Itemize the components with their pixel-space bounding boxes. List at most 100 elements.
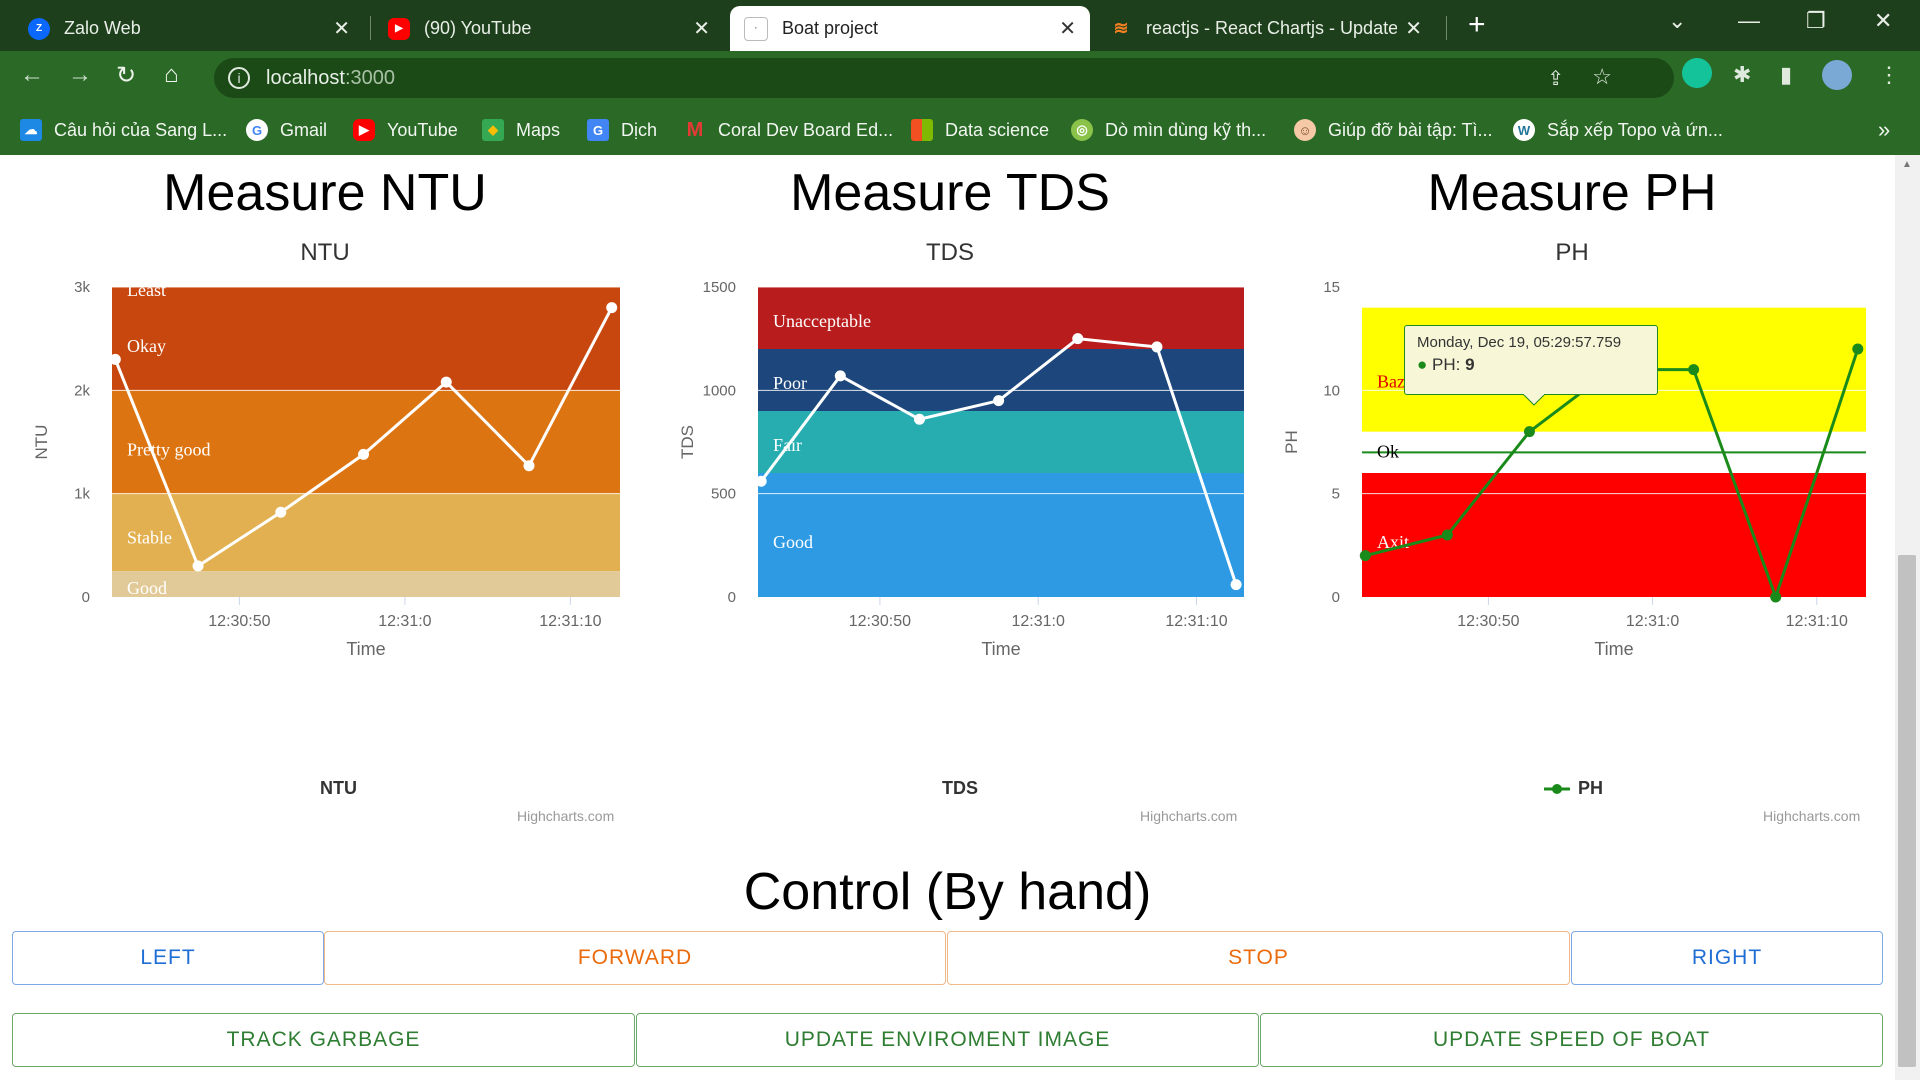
tab-zalo[interactable]: Z Zalo Web ✕ xyxy=(14,6,364,51)
y-axis-title: PH xyxy=(1282,430,1301,454)
y-axis-title: NTU xyxy=(32,425,51,460)
y-tick-label: 0 xyxy=(1332,589,1340,606)
back-icon[interactable]: ← xyxy=(20,61,44,89)
legend-symbol xyxy=(1544,783,1570,794)
y-tick-label: 10 xyxy=(1323,382,1340,399)
scroll-up-icon[interactable]: ▲ xyxy=(1902,159,1912,170)
data-point xyxy=(358,448,370,460)
x-tick-label: 12:31:0 xyxy=(1626,613,1679,630)
update-environment-image-button[interactable]: UPDATE ENVIROMENT IMAGE xyxy=(636,1013,1259,1067)
data-point xyxy=(913,413,925,425)
ntu-chart: Measure NTU NTU 0 1k 2k 3k Least Okay Pretty g… xyxy=(0,155,650,835)
menu-icon[interactable]: ⋮ xyxy=(1878,62,1900,88)
close-window-icon[interactable]: ✕ xyxy=(1874,8,1892,34)
plot-band-label: Unacceptable xyxy=(773,311,871,331)
data-point xyxy=(275,506,287,518)
highcharts-credit[interactable]: Highcharts.com xyxy=(1763,808,1860,824)
home-icon[interactable]: ⌂ xyxy=(164,61,179,89)
bookmark-item[interactable]: ▶ YouTube xyxy=(353,105,458,155)
share-icon[interactable]: ⇪ xyxy=(1547,66,1564,91)
page-icon: · xyxy=(744,16,768,41)
new-tab-button[interactable]: + xyxy=(1468,6,1486,44)
youtube-icon: ▶ xyxy=(388,17,410,40)
plot-band-label: Ok xyxy=(1377,441,1399,461)
scrollbar-thumb[interactable] xyxy=(1898,555,1916,1067)
data-point xyxy=(1072,333,1084,345)
right-button[interactable]: RIGHT xyxy=(1571,931,1883,985)
plot-band-label: Good xyxy=(127,578,167,598)
data-point xyxy=(993,395,1005,407)
chart-heading: Measure PH xyxy=(1427,164,1717,222)
data-point xyxy=(834,370,846,382)
minimize-icon[interactable]: — xyxy=(1738,8,1760,34)
profile-avatar[interactable] xyxy=(1822,60,1852,90)
coral-icon: M xyxy=(686,118,704,141)
update-speed-button[interactable]: UPDATE SPEED OF BOAT xyxy=(1260,1013,1883,1067)
tab-search-chevron-icon[interactable]: ⌄ xyxy=(1668,8,1686,34)
tab-title: reactjs - React Chartjs - Update C xyxy=(1146,18,1398,38)
y-tick-label: 2k xyxy=(74,382,90,399)
bookmark-item[interactable]: ☺ Giúp đỡ bài tập: Tì... xyxy=(1294,105,1493,155)
y-axis-title: TDS xyxy=(678,425,697,459)
onedrive-icon: ☁ xyxy=(20,119,42,141)
ntu-plot: 0 1k 2k 3k Least Okay Pretty good Stable Good 12:… xyxy=(32,279,620,659)
bookmark-item[interactable]: Data science xyxy=(911,105,1049,155)
forward-icon[interactable]: → xyxy=(68,61,92,89)
tooltip-pointer xyxy=(1523,394,1545,406)
highcharts-credit[interactable]: Highcharts.com xyxy=(1140,808,1237,824)
highcharts-credit[interactable]: Highcharts.com xyxy=(517,808,614,824)
reload-icon[interactable]: ↻ xyxy=(116,61,136,90)
translate-icon: G xyxy=(587,119,609,141)
tooltip-date: Monday, Dec 19, 05:29:57.759 xyxy=(1417,334,1622,351)
tab-boat-project[interactable]: · Boat project ✕ xyxy=(730,6,1090,51)
close-tab-icon[interactable]: ✕ xyxy=(1405,16,1422,41)
close-tab-icon[interactable]: ✕ xyxy=(693,16,710,41)
x-tick-label: 12:31:10 xyxy=(1165,613,1227,630)
bookmark-item[interactable]: ◆ Maps xyxy=(482,105,560,155)
site-info-icon[interactable]: i xyxy=(228,67,250,89)
y-tick-label: 15 xyxy=(1323,279,1340,296)
data-point xyxy=(1151,341,1163,353)
side-panel-icon[interactable]: ▮ xyxy=(1780,62,1792,88)
chart-heading: Measure NTU xyxy=(163,164,487,222)
grammarly-icon[interactable] xyxy=(1682,58,1712,88)
address-bar[interactable]: i localhost:3000 ⇪ ☆ xyxy=(214,58,1674,98)
bookmark-item[interactable]: M Coral Dev Board Ed... xyxy=(684,105,893,155)
youtube-icon: ▶ xyxy=(353,119,375,141)
bookmark-item[interactable]: G Dịch xyxy=(587,105,657,155)
tab-youtube[interactable]: ▶ (90) YouTube ✕ xyxy=(374,6,724,51)
restore-icon[interactable]: ❐ xyxy=(1806,8,1826,34)
data-point xyxy=(606,302,618,314)
avatar-icon: ☺ xyxy=(1294,119,1316,141)
globe-icon: ◎ xyxy=(1071,119,1093,141)
control-title: Control (By hand) xyxy=(743,863,1152,921)
bookmark-item[interactable]: W Sắp xếp Topo và ứn... xyxy=(1513,105,1723,155)
close-tab-icon[interactable]: ✕ xyxy=(333,16,350,41)
more-bookmarks-icon[interactable]: » xyxy=(1878,105,1890,155)
forward-button[interactable]: FORWARD xyxy=(324,931,946,985)
plot-band xyxy=(112,493,620,572)
stop-button[interactable]: STOP xyxy=(947,931,1570,985)
y-tick-label: 500 xyxy=(711,486,736,503)
left-button[interactable]: LEFT xyxy=(12,931,324,985)
data-point xyxy=(1688,364,1700,376)
bookmark-item[interactable]: G Gmail xyxy=(246,105,327,155)
x-axis-title: Time xyxy=(981,639,1020,659)
zalo-icon: Z xyxy=(28,17,50,40)
bookmark-star-icon[interactable]: ☆ xyxy=(1592,64,1612,90)
legend-item[interactable]: PH xyxy=(1544,778,1603,799)
close-tab-icon[interactable]: ✕ xyxy=(1059,16,1076,41)
chart-title: TDS xyxy=(926,239,974,266)
bookmark-item[interactable]: ☁ Câu hỏi của Sang L... xyxy=(20,105,227,155)
tab-separator xyxy=(370,16,371,40)
tab-reactjs[interactable]: ≋ reactjs - React Chartjs - Update C ✕ xyxy=(1096,6,1436,51)
track-garbage-button[interactable]: TRACK GARBAGE xyxy=(12,1013,635,1067)
legend-item[interactable]: TDS xyxy=(942,778,978,799)
tds-plot: 050010001500UnacceptablePoorFairGood12:3… xyxy=(678,279,1244,659)
x-axis-title: Time xyxy=(1594,639,1633,659)
plot-band-label: Pretty good xyxy=(127,439,211,459)
legend-item[interactable]: NTU xyxy=(320,778,357,799)
bookmark-item[interactable]: ◎ Dò mìn dùng kỹ th... xyxy=(1071,105,1266,155)
extensions-icon[interactable]: ✱ xyxy=(1733,62,1751,88)
x-axis-title: Time xyxy=(346,639,385,659)
